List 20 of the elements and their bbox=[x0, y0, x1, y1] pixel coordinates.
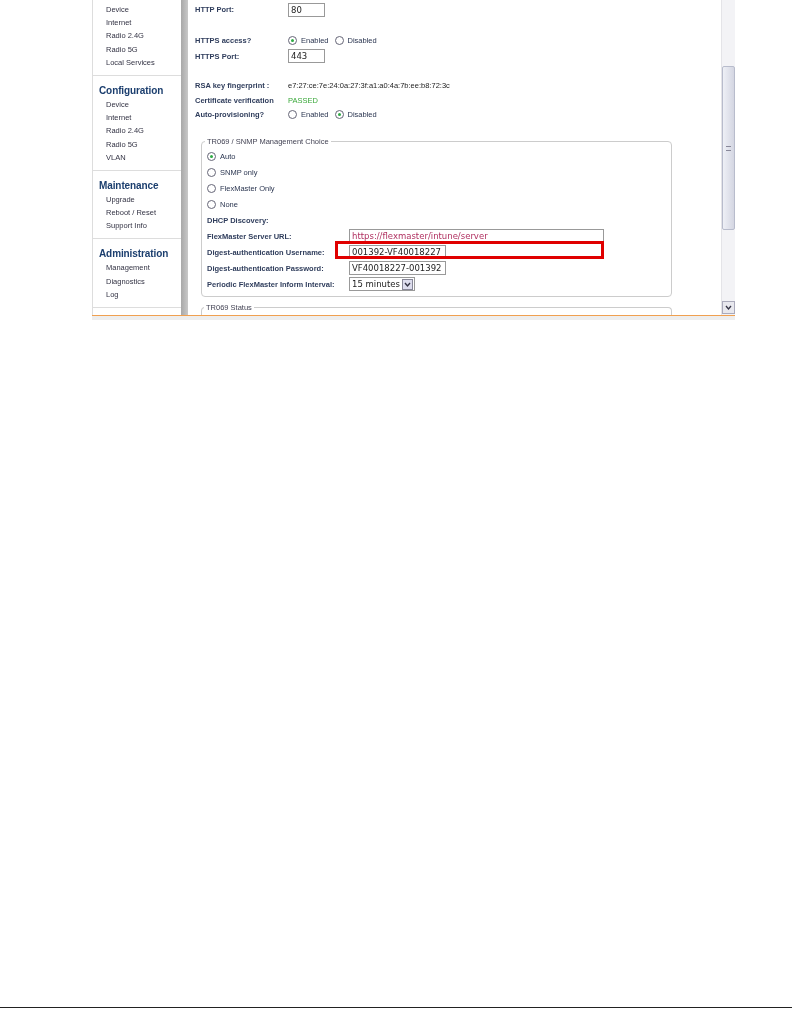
input-field[interactable]: 80 bbox=[288, 2, 325, 17]
scrollbar[interactable] bbox=[721, 0, 735, 315]
radio-button[interactable] bbox=[207, 199, 216, 209]
radio-button[interactable] bbox=[207, 183, 216, 193]
radio-button[interactable] bbox=[334, 110, 344, 119]
scrollbar-thumb[interactable] bbox=[722, 66, 735, 230]
chevron-down-icon bbox=[725, 305, 732, 310]
sidebar-heading: Configuration bbox=[98, 83, 165, 98]
dropdown[interactable]: 15 minutes bbox=[349, 277, 415, 291]
chevron-down-icon[interactable] bbox=[401, 278, 413, 290]
radio-button[interactable] bbox=[288, 110, 297, 119]
input-field[interactable]: 443 bbox=[288, 49, 325, 63]
sidebar-heading: Maintenance bbox=[98, 178, 160, 193]
sidebar-heading: Administration bbox=[98, 247, 170, 262]
scroll-down-button[interactable] bbox=[722, 301, 735, 314]
input-field[interactable]: VF40018227-001392 bbox=[349, 261, 446, 275]
radio-button[interactable] bbox=[334, 36, 344, 45]
radio-button[interactable] bbox=[207, 167, 216, 177]
radio-button[interactable] bbox=[207, 151, 216, 161]
radio-button[interactable] bbox=[288, 36, 297, 45]
